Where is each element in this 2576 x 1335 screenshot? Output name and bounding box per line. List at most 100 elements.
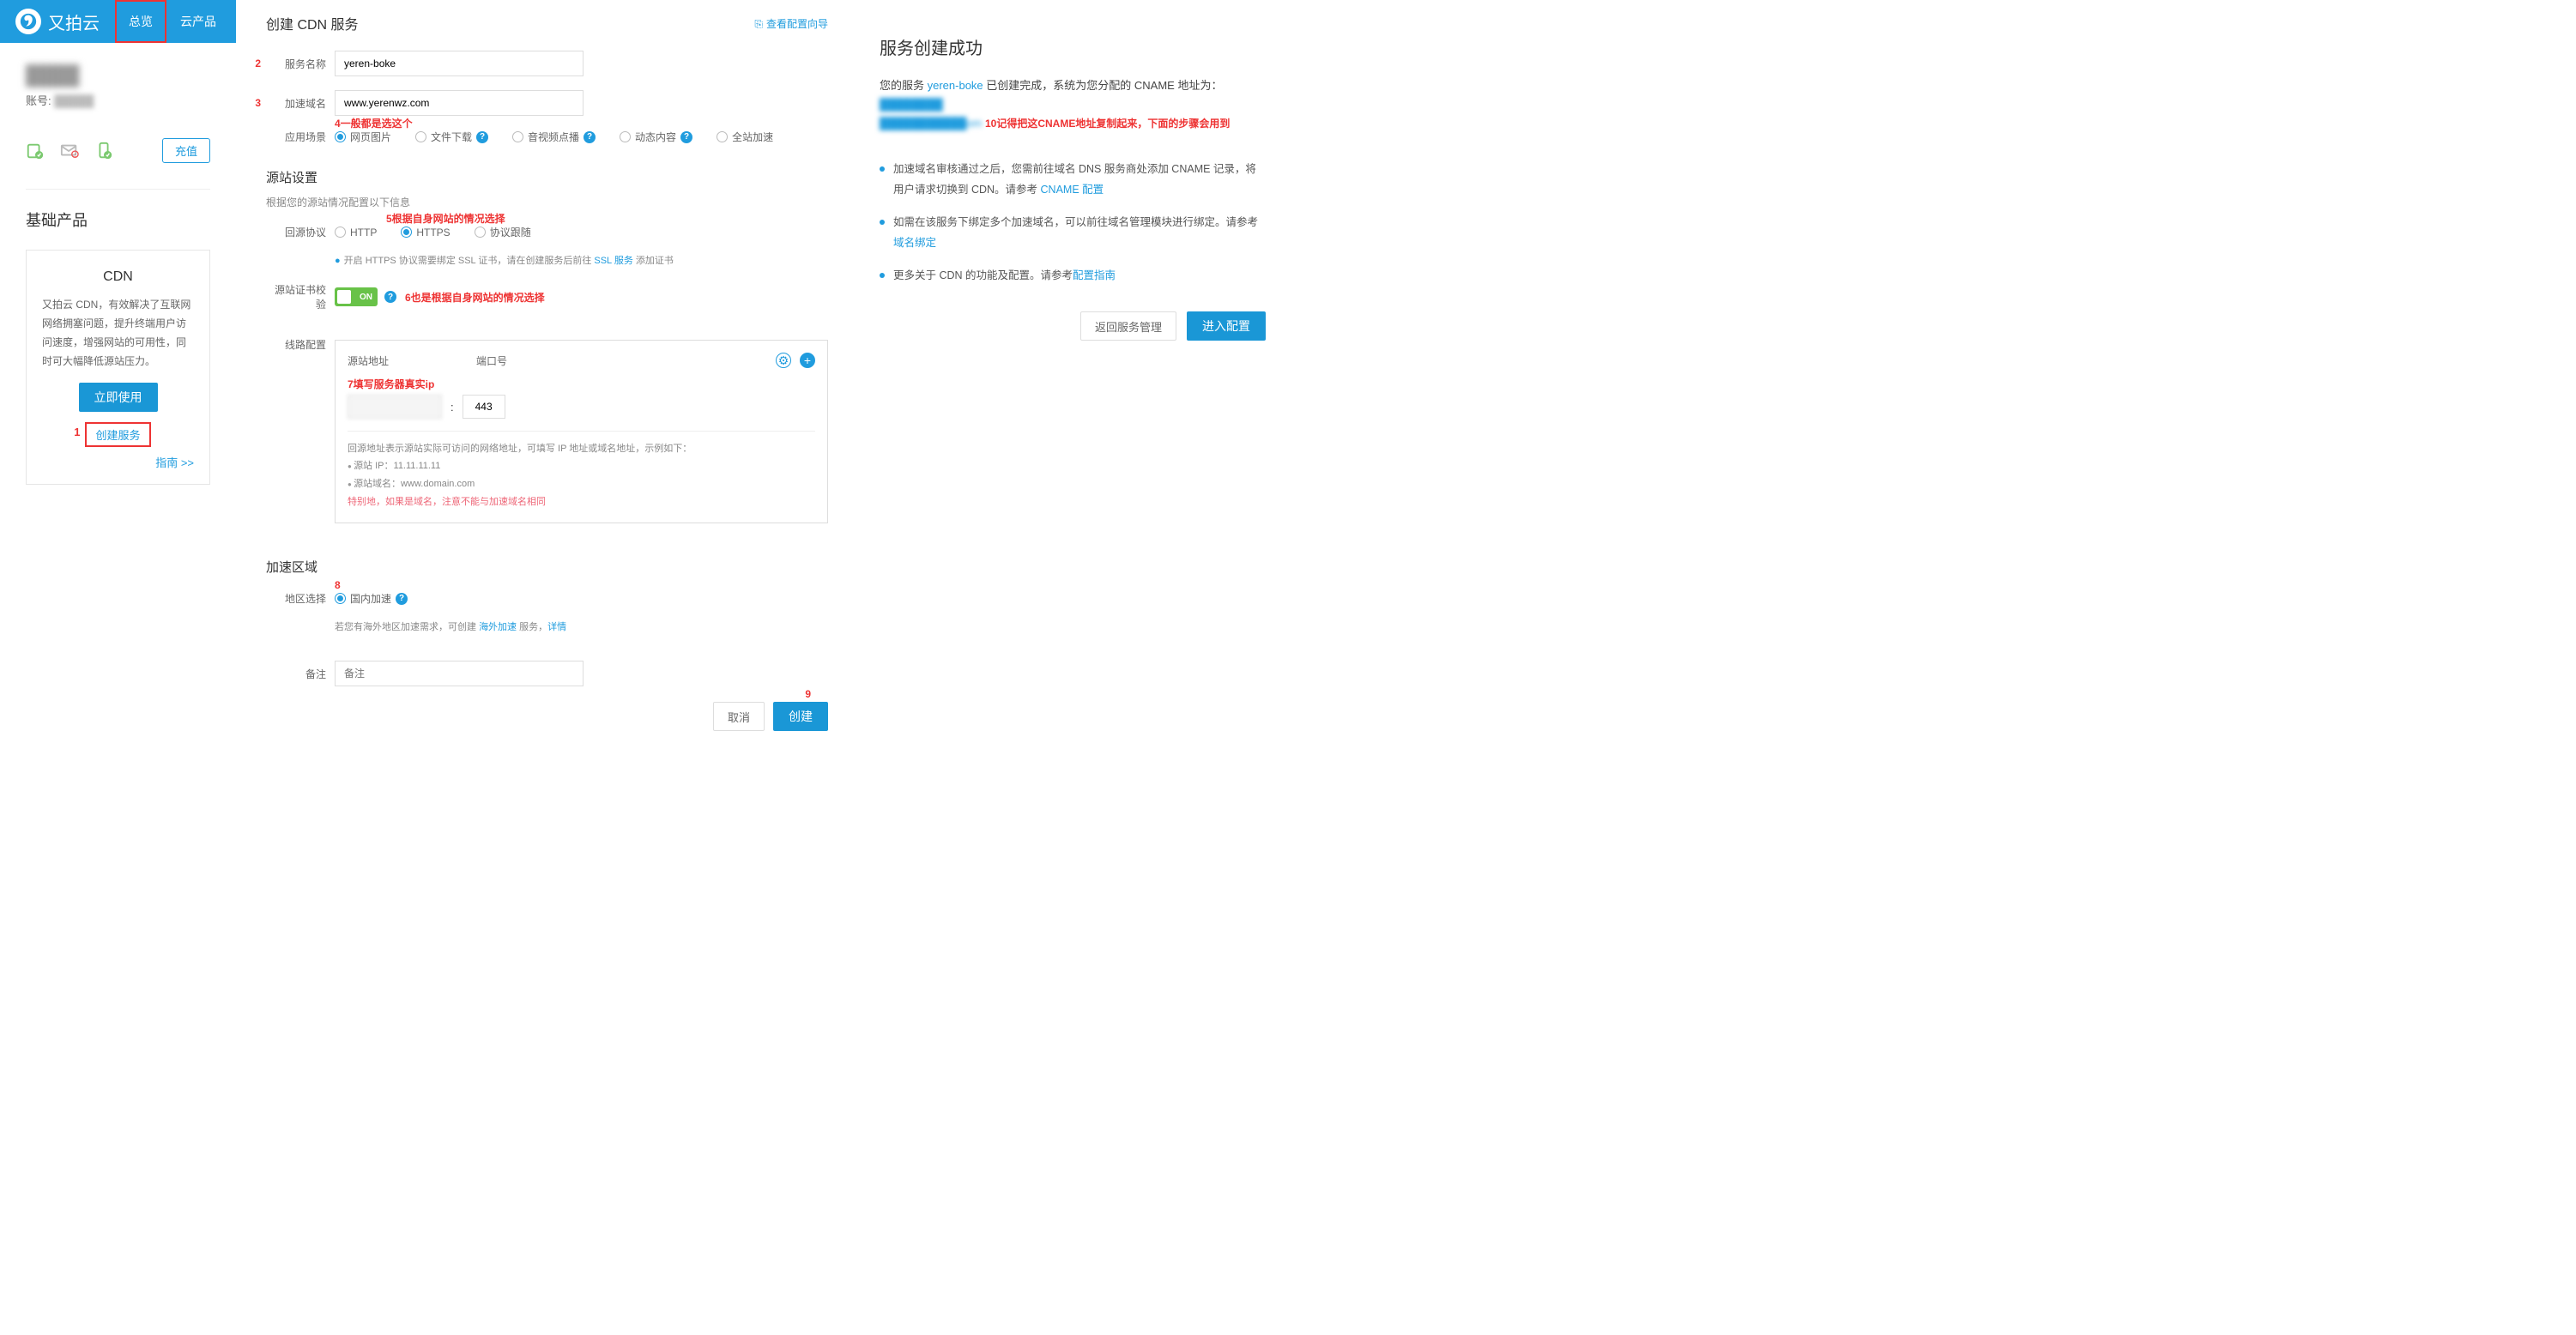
list-item: 如需在该服务下绑定多个加速域名，可以前往域名管理模块进行绑定。请参考域名绑定	[880, 212, 1266, 253]
verify-icon[interactable]	[26, 142, 45, 160]
radio-icon	[415, 131, 426, 142]
list-item: 更多关于 CDN 的功能及配置。请参考配置指南	[880, 265, 1266, 286]
lc-domain-example: 源站域名：www.domain.com	[348, 475, 815, 493]
scene-opt-media[interactable]: 音视频点播?	[512, 130, 596, 144]
success-title: 服务创建成功	[880, 34, 1266, 59]
origin-addr-header: 源站地址	[348, 353, 450, 368]
guide-link[interactable]: 指南 >>	[42, 454, 194, 470]
origin-section-title: 源站设置	[266, 168, 828, 186]
wizard-link[interactable]: 查看配置向导	[754, 16, 828, 31]
region-hint-b: 服务，	[517, 622, 547, 632]
https-hint-b: 添加证书	[633, 256, 674, 266]
annot-step5: 5根据自身网站的情况选择	[386, 211, 505, 226]
cname-value-2: ███████████om	[880, 117, 982, 130]
radio-icon	[401, 227, 412, 238]
tips-list: 加速域名审核通过之后，您需前往域名 DNS 服务商处添加 CNAME 记录，将用…	[880, 159, 1266, 286]
origin-section-sub: 根据您的源站情况配置以下信息	[266, 195, 828, 209]
port-input[interactable]	[463, 395, 505, 419]
scene-opt-web[interactable]: 网页图片	[335, 130, 391, 144]
radio-icon	[717, 131, 728, 142]
account-label: 账号:	[26, 94, 51, 107]
cancel-button[interactable]: 取消	[713, 702, 765, 731]
brand-icon	[15, 9, 41, 34]
domain-bind-link[interactable]: 域名绑定	[893, 237, 936, 249]
create-service-link[interactable]: 创建服务	[85, 422, 150, 447]
gear-icon[interactable]: ⚙	[776, 353, 791, 368]
cdn-card-desc: 又拍云 CDN，有效解决了互联网网络拥塞问题，提升终端用户访问速度，增强网站的可…	[42, 295, 194, 371]
lc-desc: 回源地址表示源站实际可访问的网络地址，可填写 IP 地址或域名地址，示例如下：	[348, 440, 815, 457]
help-icon[interactable]: ?	[384, 291, 396, 303]
plus-icon[interactable]: +	[800, 353, 815, 368]
sidebar-section-title: 基础产品	[26, 208, 210, 231]
annot-step9: 9	[805, 688, 811, 700]
region-hint-a: 若您有海外地区加速需求，可创建	[335, 622, 479, 632]
radio-icon	[335, 593, 346, 604]
line-config-label: 线路配置	[266, 337, 326, 352]
annot-step7: 7填写服务器真实ip	[348, 377, 815, 391]
cname-value: ████████	[880, 98, 943, 111]
cert-switch[interactable]: ON	[335, 287, 378, 306]
overseas-link[interactable]: 海外加速	[479, 622, 517, 632]
cname-config-link[interactable]: CNAME 配置	[1041, 184, 1104, 196]
scene-opt-dynamic[interactable]: 动态内容?	[620, 130, 692, 144]
proto-opt-http[interactable]: HTTP	[335, 227, 377, 239]
proto-opt-https[interactable]: HTTPS	[401, 227, 450, 239]
domain-input[interactable]	[335, 90, 584, 116]
account-block: ████ 账号: █████	[26, 43, 210, 117]
created-service-name: yeren-boke	[928, 79, 983, 92]
region-detail-link[interactable]: 详情	[547, 622, 566, 632]
scene-opt-full[interactable]: 全站加速	[717, 130, 773, 144]
phone-icon[interactable]	[94, 142, 113, 160]
proto-opt-follow[interactable]: 协议跟随	[475, 225, 531, 239]
annot-step3: 3	[255, 97, 261, 109]
form-title: 创建 CDN 服务	[266, 13, 359, 33]
cdn-card-title: CDN	[42, 269, 194, 285]
remark-label: 备注	[266, 667, 326, 681]
help-icon[interactable]: ?	[680, 131, 692, 143]
port-header: 端口号	[476, 353, 507, 368]
proto-label: 回源协议	[266, 225, 326, 239]
account-name: ████	[26, 64, 210, 87]
mail-icon[interactable]: !	[60, 142, 79, 160]
back-button[interactable]: 返回服务管理	[1080, 311, 1176, 341]
https-hint-a: 开启 HTTPS 协议需要绑定 SSL 证书，请在创建服务后前往	[344, 256, 595, 266]
cdn-card: CDN 又拍云 CDN，有效解决了互联网网络拥塞问题，提升终端用户访问速度，增强…	[26, 250, 210, 485]
use-now-button[interactable]: 立即使用	[79, 383, 158, 412]
brand-text: 又拍云	[48, 9, 100, 34]
help-icon[interactable]: ?	[476, 131, 488, 143]
cert-label: 源站证书校验	[266, 282, 326, 311]
nav-tab-products[interactable]: 云产品	[166, 0, 230, 43]
region-label: 地区选择	[266, 591, 326, 606]
nav-tab-overview[interactable]: 总览	[115, 0, 166, 43]
annot-step1: 1	[74, 426, 80, 438]
list-item: 加速域名审核通过之后，您需前往域名 DNS 服务商处添加 CNAME 记录，将用…	[880, 159, 1266, 200]
remark-input[interactable]	[335, 661, 584, 686]
success-message: 您的服务 yeren-boke 已创建完成，系统为您分配的 CNAME 地址为：…	[880, 76, 1266, 133]
service-name-label: 服务名称	[266, 57, 326, 71]
domain-label: 加速域名	[266, 96, 326, 111]
radio-icon	[512, 131, 523, 142]
region-section-title: 加速区域	[266, 558, 828, 576]
ssl-service-link[interactable]: SSL 服务	[594, 256, 632, 266]
help-icon[interactable]: ?	[396, 593, 408, 605]
radio-icon	[335, 227, 346, 238]
lc-ip-example: 源站 IP：11.11.11.11	[348, 457, 815, 475]
config-guide-link[interactable]: 配置指南	[1073, 269, 1116, 281]
annot-step10: 10记得把这CNAME地址复制起来，下面的步骤会用到	[985, 118, 1230, 130]
account-id: █████	[54, 94, 94, 107]
annot-step4: 4一般都是选这个	[335, 116, 413, 130]
scene-opt-download[interactable]: 文件下载?	[415, 130, 488, 144]
annot-step8: 8	[335, 579, 341, 591]
annot-step2: 2	[255, 57, 261, 69]
brand-logo[interactable]: 又拍云	[0, 9, 115, 34]
goto-config-button[interactable]: 进入配置	[1187, 311, 1266, 341]
help-icon[interactable]: ?	[584, 131, 596, 143]
radio-icon	[620, 131, 631, 142]
line-config-box: 源站地址 端口号 ⚙ + 7填写服务器真实ip : 回源地址表示源站实际可访问的…	[335, 340, 828, 523]
service-name-input[interactable]	[335, 51, 584, 76]
recharge-button[interactable]: 充值	[162, 138, 210, 163]
create-button[interactable]: 创建	[773, 702, 828, 731]
origin-ip-input[interactable]	[348, 395, 442, 419]
scene-label: 应用场景	[266, 130, 326, 144]
region-opt-domestic[interactable]: 国内加速?	[335, 591, 408, 606]
